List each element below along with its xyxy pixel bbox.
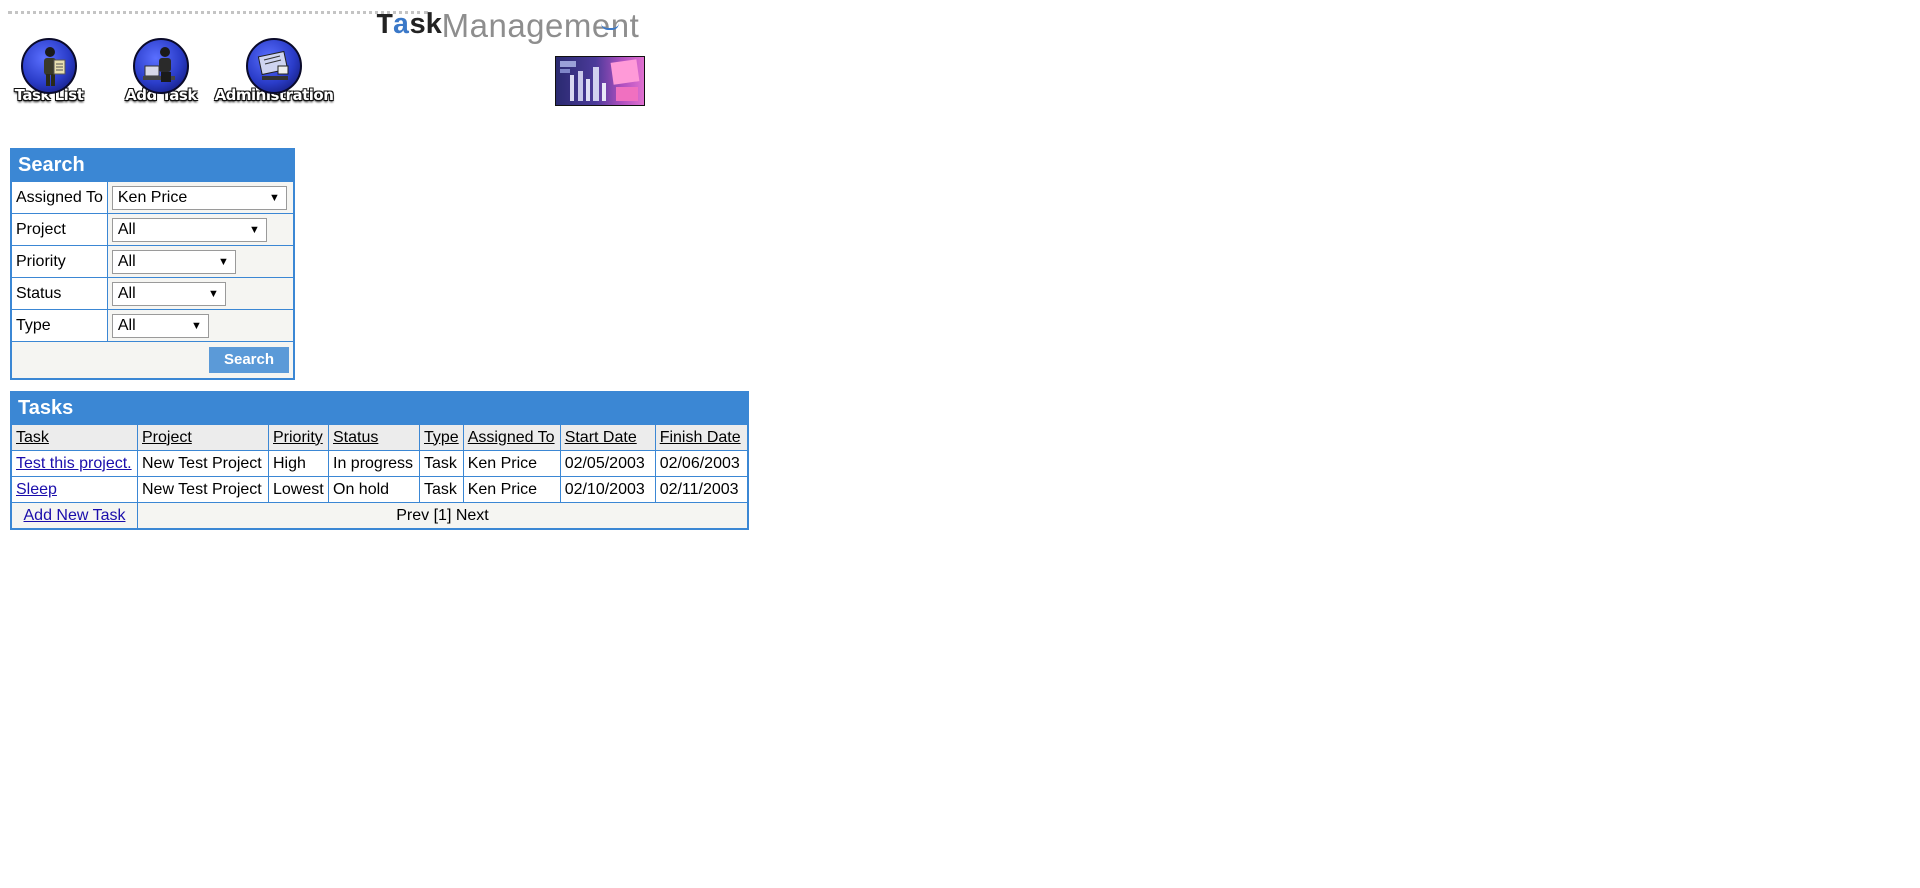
dropdown-arrow-icon: ▼ [248, 223, 260, 236]
search-panel-title: Search [11, 149, 294, 181]
column-header-status[interactable]: Status [328, 424, 420, 451]
search-row-project: Project All ▼ [11, 213, 295, 246]
person-computer-icon [133, 38, 189, 94]
table-cell-type: Task [419, 450, 464, 477]
table-cell-priority: Lowest [268, 476, 329, 503]
task-link[interactable]: Sleep [16, 481, 57, 498]
priority-select[interactable]: All ▼ [111, 249, 236, 274]
add-new-task-link[interactable]: Add New Task [24, 507, 126, 524]
dropdown-arrow-icon: ▼ [268, 191, 280, 204]
column-header-project[interactable]: Project [137, 424, 269, 451]
type-value: All [117, 316, 136, 334]
task-link[interactable]: Test this project. [16, 455, 132, 472]
dropdown-arrow-icon: ▼ [207, 287, 219, 300]
person-list-icon [21, 38, 77, 94]
priority-value: All [117, 252, 136, 270]
status-label: Status [11, 277, 108, 310]
logo-task-text: Task [376, 9, 443, 42]
table-row: Test this project. New Test Project High… [11, 450, 749, 477]
column-header-finish-date[interactable]: Finish Date [654, 424, 749, 451]
column-header-type[interactable]: Type [419, 424, 464, 451]
assigned-to-label: Assigned To [11, 181, 108, 214]
search-form: Assigned To Ken Price ▼ Project All ▼ Pr… [11, 181, 295, 379]
logo-management-text: Management [441, 7, 640, 44]
project-label: Project [11, 213, 108, 246]
table-cell-assigned-to: Ken Price [462, 476, 561, 503]
type-select[interactable]: All ▼ [111, 313, 209, 338]
task-management-logo: Task Management [376, 6, 639, 42]
search-button-row: Search [11, 341, 294, 379]
dropdown-arrow-icon: ▼ [217, 255, 229, 268]
search-panel: Search Assigned To Ken Price ▼ Project A… [10, 148, 295, 380]
column-header-assigned-to[interactable]: Assigned To [462, 424, 561, 451]
table-row: Sleep New Test Project Lowest On hold Ta… [11, 476, 749, 503]
assigned-to-value: Ken Price [117, 188, 188, 206]
pager-next[interactable]: Next [456, 507, 489, 524]
dotted-divider [8, 11, 428, 14]
skyline-graphic-icon [555, 56, 645, 106]
admin-desk-icon [246, 38, 302, 94]
table-cell-status: In progress [328, 450, 420, 477]
column-header-priority[interactable]: Priority [268, 424, 329, 451]
nav-administration[interactable]: Administration [214, 38, 334, 104]
pager-current-page[interactable]: [1] [434, 507, 452, 524]
project-value: All [117, 220, 136, 238]
nav-task-list[interactable]: Task List [12, 38, 86, 104]
tasks-panel-title: Tasks [11, 392, 748, 424]
tasks-header-row: Task Project Priority Status Type Assign… [11, 424, 749, 451]
tasks-panel: Tasks Task Project Priority Status Type … [10, 391, 749, 530]
column-header-start-date[interactable]: Start Date [559, 424, 656, 451]
search-button[interactable]: Search [209, 347, 289, 373]
status-select[interactable]: All ▼ [111, 281, 226, 306]
table-cell-project: New Test Project [137, 476, 269, 503]
table-cell-start-date: 02/05/2003 [559, 450, 656, 477]
search-row-priority: Priority All ▼ [11, 245, 295, 278]
search-row-status: Status All ▼ [11, 277, 295, 310]
table-cell-type: Task [419, 476, 464, 503]
table-cell-assigned-to: Ken Price [462, 450, 561, 477]
table-cell-finish-date: 02/06/2003 [654, 450, 749, 477]
assigned-to-select[interactable]: Ken Price ▼ [111, 185, 287, 210]
table-cell-status: On hold [328, 476, 420, 503]
type-label: Type [11, 309, 108, 342]
table-cell-start-date: 02/10/2003 [559, 476, 656, 503]
pager-prev[interactable]: Prev [396, 507, 429, 524]
table-cell-project: New Test Project [137, 450, 269, 477]
status-value: All [117, 284, 136, 302]
tasks-table: Task Project Priority Status Type Assign… [11, 424, 749, 529]
column-header-task[interactable]: Task [11, 424, 138, 451]
search-row-assigned-to: Assigned To Ken Price ▼ [11, 181, 295, 214]
dropdown-arrow-icon: ▼ [190, 319, 202, 332]
priority-label: Priority [11, 245, 108, 278]
table-cell-finish-date: 02/11/2003 [654, 476, 749, 503]
header: Task Management Task List Add Task Admin… [0, 0, 660, 120]
pager: Prev [1] Next [137, 502, 748, 529]
project-select[interactable]: All ▼ [111, 217, 267, 242]
search-row-type: Type All ▼ [11, 309, 295, 342]
nav-add-task[interactable]: Add Task [124, 38, 198, 104]
tasks-footer-row: Add New Task Prev [1] Next [11, 502, 748, 529]
table-cell-priority: High [268, 450, 329, 477]
